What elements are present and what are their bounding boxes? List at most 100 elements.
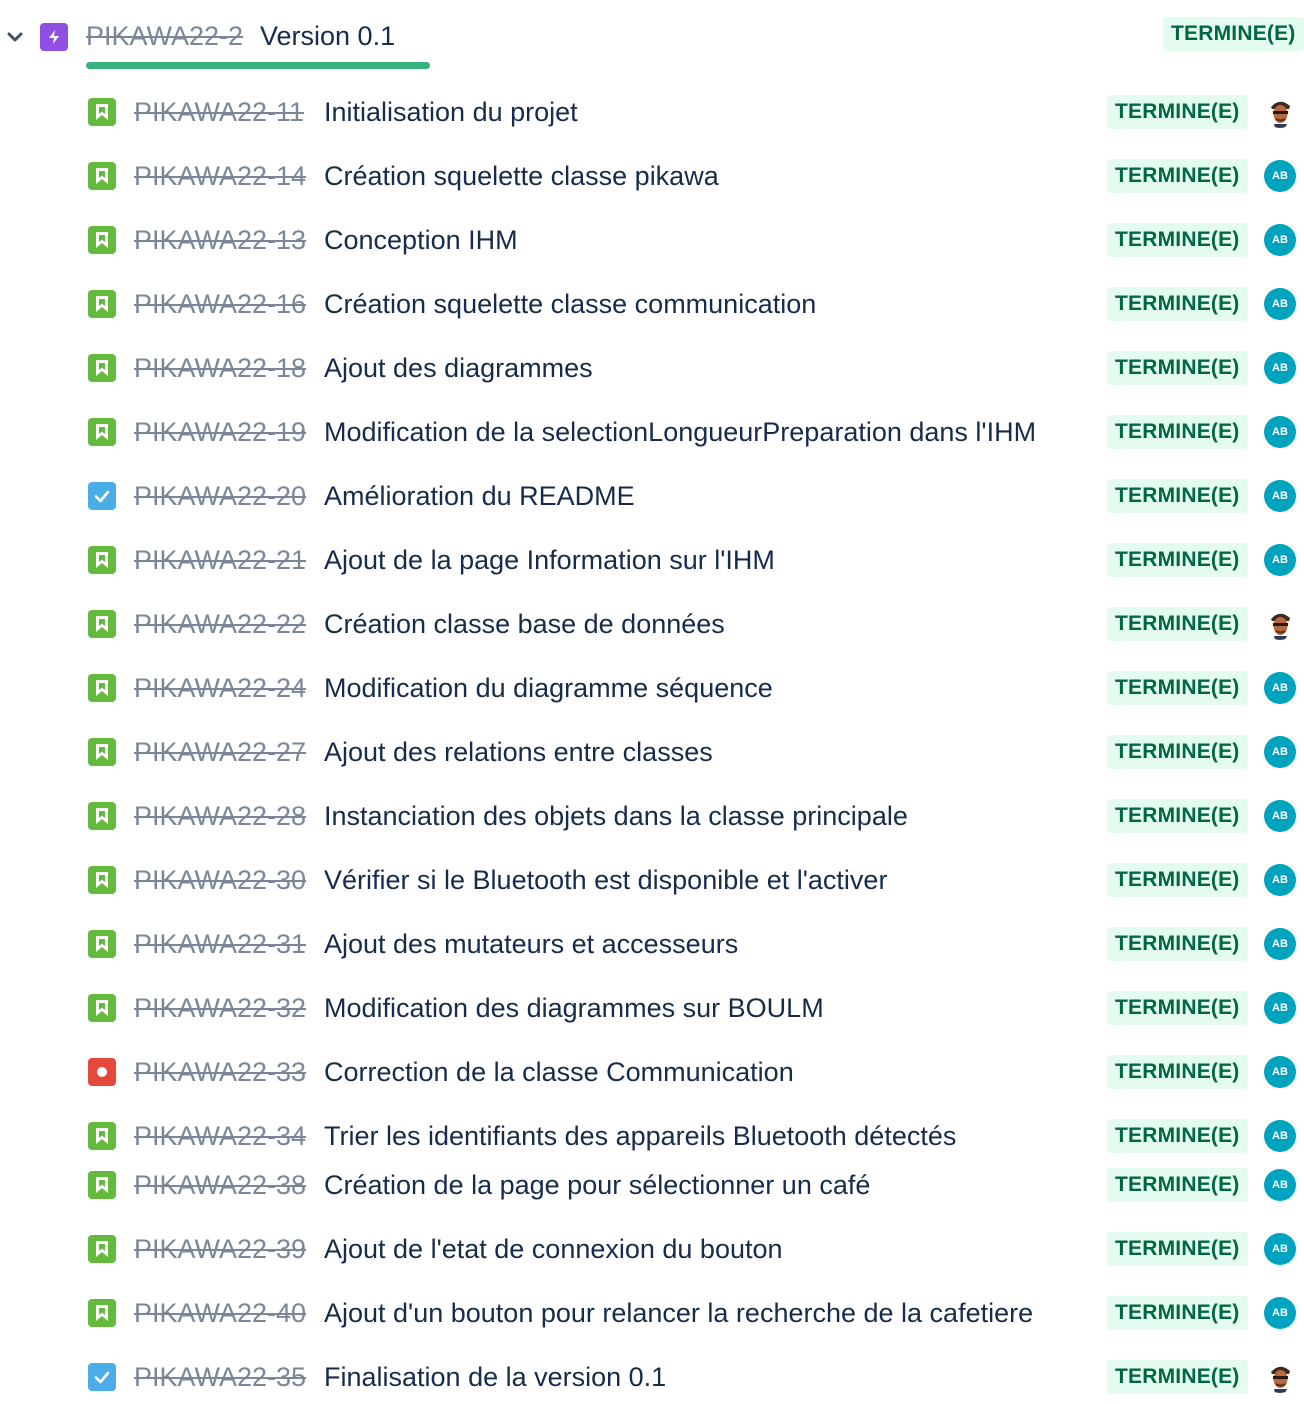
issue-row[interactable]: PIKAWA22-39 Ajout de l'etat de connexion … <box>0 1224 1304 1274</box>
assignee-avatar[interactable]: AB <box>1264 544 1296 576</box>
status-badge[interactable]: TERMINE(E) <box>1107 735 1248 769</box>
issue-summary[interactable]: Modification du diagramme séquence <box>324 670 773 706</box>
issue-row[interactable]: PIKAWA22-24 Modification du diagramme séq… <box>0 663 1304 713</box>
status-badge[interactable]: TERMINE(E) <box>1107 543 1248 577</box>
issue-row[interactable]: PIKAWA22-35 Finalisation de la version 0.… <box>0 1352 1304 1402</box>
assignee-avatar-photo[interactable] <box>1264 96 1296 128</box>
issue-summary[interactable]: Trier les identifiants des appareils Blu… <box>324 1118 956 1154</box>
issue-summary[interactable]: Ajout de l'etat de connexion du bouton <box>324 1231 783 1267</box>
assignee-avatar[interactable]: AB <box>1264 864 1296 896</box>
issue-summary[interactable]: Création squelette classe pikawa <box>324 158 719 194</box>
issue-row[interactable]: PIKAWA22-34 Trier les identifiants des ap… <box>0 1111 1304 1161</box>
assignee-avatar[interactable]: AB <box>1264 672 1296 704</box>
issue-summary[interactable]: Création de la page pour sélectionner un… <box>324 1167 870 1203</box>
assignee-avatar[interactable]: AB <box>1264 1233 1296 1265</box>
issue-row[interactable]: PIKAWA22-22 Création classe base de donné… <box>0 599 1304 649</box>
issue-summary[interactable]: Création classe base de données <box>324 606 725 642</box>
status-badge[interactable]: TERMINE(E) <box>1107 799 1248 833</box>
assignee-avatar-photo[interactable] <box>1264 608 1296 640</box>
status-badge[interactable]: TERMINE(E) <box>1107 223 1248 257</box>
status-badge[interactable]: TERMINE(E) <box>1107 863 1248 897</box>
assignee-avatar[interactable]: AB <box>1264 1169 1296 1201</box>
issue-summary[interactable]: Ajout de la page Information sur l'IHM <box>324 542 775 578</box>
issue-key-link[interactable]: PIKAWA22-35 <box>134 1359 306 1395</box>
assignee-avatar[interactable]: AB <box>1264 992 1296 1024</box>
issue-key-link[interactable]: PIKAWA22-38 <box>134 1167 306 1203</box>
issue-summary[interactable]: Ajout d'un bouton pour relancer la reche… <box>324 1295 1033 1331</box>
issue-row[interactable]: PIKAWA22-16 Création squelette classe com… <box>0 279 1304 329</box>
issue-key-link[interactable]: PIKAWA22-32 <box>134 990 306 1026</box>
epic-key-link[interactable]: PIKAWA22-2 <box>86 18 243 54</box>
status-badge[interactable]: TERMINE(E) <box>1107 607 1248 641</box>
status-badge[interactable]: TERMINE(E) <box>1107 1055 1248 1089</box>
assignee-avatar[interactable]: AB <box>1264 288 1296 320</box>
assignee-avatar[interactable]: AB <box>1264 800 1296 832</box>
issue-row[interactable]: PIKAWA22-31 Ajout des mutateurs et access… <box>0 919 1304 969</box>
issue-summary[interactable]: Finalisation de la version 0.1 <box>324 1359 666 1395</box>
issue-key-link[interactable]: PIKAWA22-39 <box>134 1231 306 1267</box>
assignee-avatar[interactable]: AB <box>1264 160 1296 192</box>
assignee-avatar[interactable]: AB <box>1264 480 1296 512</box>
status-badge[interactable]: TERMINE(E) <box>1107 287 1248 321</box>
assignee-avatar[interactable]: AB <box>1264 224 1296 256</box>
issue-key-link[interactable]: PIKAWA22-24 <box>134 670 306 706</box>
status-badge[interactable]: TERMINE(E) <box>1107 1360 1248 1394</box>
chevron-down-icon[interactable] <box>4 26 26 48</box>
assignee-avatar[interactable]: AB <box>1264 1120 1296 1152</box>
status-badge[interactable]: TERMINE(E) <box>1107 991 1248 1025</box>
status-badge[interactable]: TERMINE(E) <box>1107 159 1248 193</box>
status-badge[interactable]: TERMINE(E) <box>1107 1168 1248 1202</box>
issue-key-link[interactable]: PIKAWA22-31 <box>134 926 306 962</box>
issue-summary[interactable]: Correction de la classe Communication <box>324 1054 794 1090</box>
issue-summary[interactable]: Modification des diagrammes sur BOULM <box>324 990 824 1026</box>
status-badge[interactable]: TERMINE(E) <box>1107 415 1248 449</box>
status-badge[interactable]: TERMINE(E) <box>1107 95 1248 129</box>
issue-key-link[interactable]: PIKAWA22-22 <box>134 606 306 642</box>
issue-summary[interactable]: Vérifier si le Bluetooth est disponible … <box>324 862 887 898</box>
status-badge[interactable]: TERMINE(E) <box>1107 1119 1248 1153</box>
issue-key-link[interactable]: PIKAWA22-11 <box>134 94 304 130</box>
issue-row[interactable]: PIKAWA22-40 Ajout d'un bouton pour relanc… <box>0 1288 1304 1338</box>
status-badge[interactable]: TERMINE(E) <box>1107 351 1248 385</box>
issue-key-link[interactable]: PIKAWA22-40 <box>134 1295 306 1331</box>
issue-row[interactable]: PIKAWA22-38 Création de la page pour séle… <box>0 1160 1304 1210</box>
issue-key-link[interactable]: PIKAWA22-28 <box>134 798 306 834</box>
issue-summary[interactable]: Création squelette classe communication <box>324 286 816 322</box>
issue-key-link[interactable]: PIKAWA22-33 <box>134 1054 306 1090</box>
issue-summary[interactable]: Ajout des relations entre classes <box>324 734 713 770</box>
epic-row[interactable]: PIKAWA22-2 Version 0.1 TERMINE(E) <box>0 0 1304 72</box>
assignee-avatar[interactable]: AB <box>1264 352 1296 384</box>
issue-key-link[interactable]: PIKAWA22-13 <box>134 222 306 258</box>
status-badge[interactable]: TERMINE(E) <box>1107 671 1248 705</box>
issue-summary[interactable]: Modification de la selectionLongueurPrep… <box>324 414 1036 450</box>
issue-row[interactable]: PIKAWA22-11 Initialisation du projet TERMI… <box>0 87 1304 137</box>
issue-row[interactable]: PIKAWA22-32 Modification des diagrammes s… <box>0 983 1304 1033</box>
issue-row[interactable]: PIKAWA22-20 Amélioration du README TERMINE… <box>0 471 1304 521</box>
status-badge[interactable]: TERMINE(E) <box>1107 479 1248 513</box>
assignee-avatar[interactable]: AB <box>1264 736 1296 768</box>
issue-key-link[interactable]: PIKAWA22-30 <box>134 862 306 898</box>
issue-summary[interactable]: Conception IHM <box>324 222 518 258</box>
issue-row[interactable]: PIKAWA22-33 Correction de la classe Commu… <box>0 1047 1304 1097</box>
issue-summary[interactable]: Ajout des mutateurs et accesseurs <box>324 926 738 962</box>
issue-key-link[interactable]: PIKAWA22-27 <box>134 734 306 770</box>
issue-key-link[interactable]: PIKAWA22-20 <box>134 478 306 514</box>
status-badge[interactable]: TERMINE(E) <box>1107 1296 1248 1330</box>
issue-row[interactable]: PIKAWA22-14 Création squelette classe pik… <box>0 151 1304 201</box>
assignee-avatar[interactable]: AB <box>1264 1056 1296 1088</box>
issue-row[interactable]: PIKAWA22-30 Vérifier si le Bluetooth est … <box>0 855 1304 905</box>
issue-key-link[interactable]: PIKAWA22-34 <box>134 1118 306 1154</box>
status-badge[interactable]: TERMINE(E) <box>1107 1232 1248 1266</box>
issue-summary[interactable]: Instanciation des objets dans la classe … <box>324 798 908 834</box>
assignee-avatar[interactable]: AB <box>1264 416 1296 448</box>
issue-row[interactable]: PIKAWA22-18 Ajout des diagrammes TERMINE(E… <box>0 343 1304 393</box>
issue-row[interactable]: PIKAWA22-13 Conception IHM TERMINE(E) AB <box>0 215 1304 265</box>
assignee-avatar[interactable]: AB <box>1264 1297 1296 1329</box>
assignee-avatar[interactable]: AB <box>1264 928 1296 960</box>
issue-row[interactable]: PIKAWA22-21 Ajout de la page Information … <box>0 535 1304 585</box>
status-badge[interactable]: TERMINE(E) <box>1107 927 1248 961</box>
issue-key-link[interactable]: PIKAWA22-14 <box>134 158 306 194</box>
issue-row[interactable]: PIKAWA22-27 Ajout des relations entre cla… <box>0 727 1304 777</box>
issue-summary[interactable]: Initialisation du projet <box>324 94 578 130</box>
issue-row[interactable]: PIKAWA22-19 Modification de la selectionL… <box>0 407 1304 457</box>
